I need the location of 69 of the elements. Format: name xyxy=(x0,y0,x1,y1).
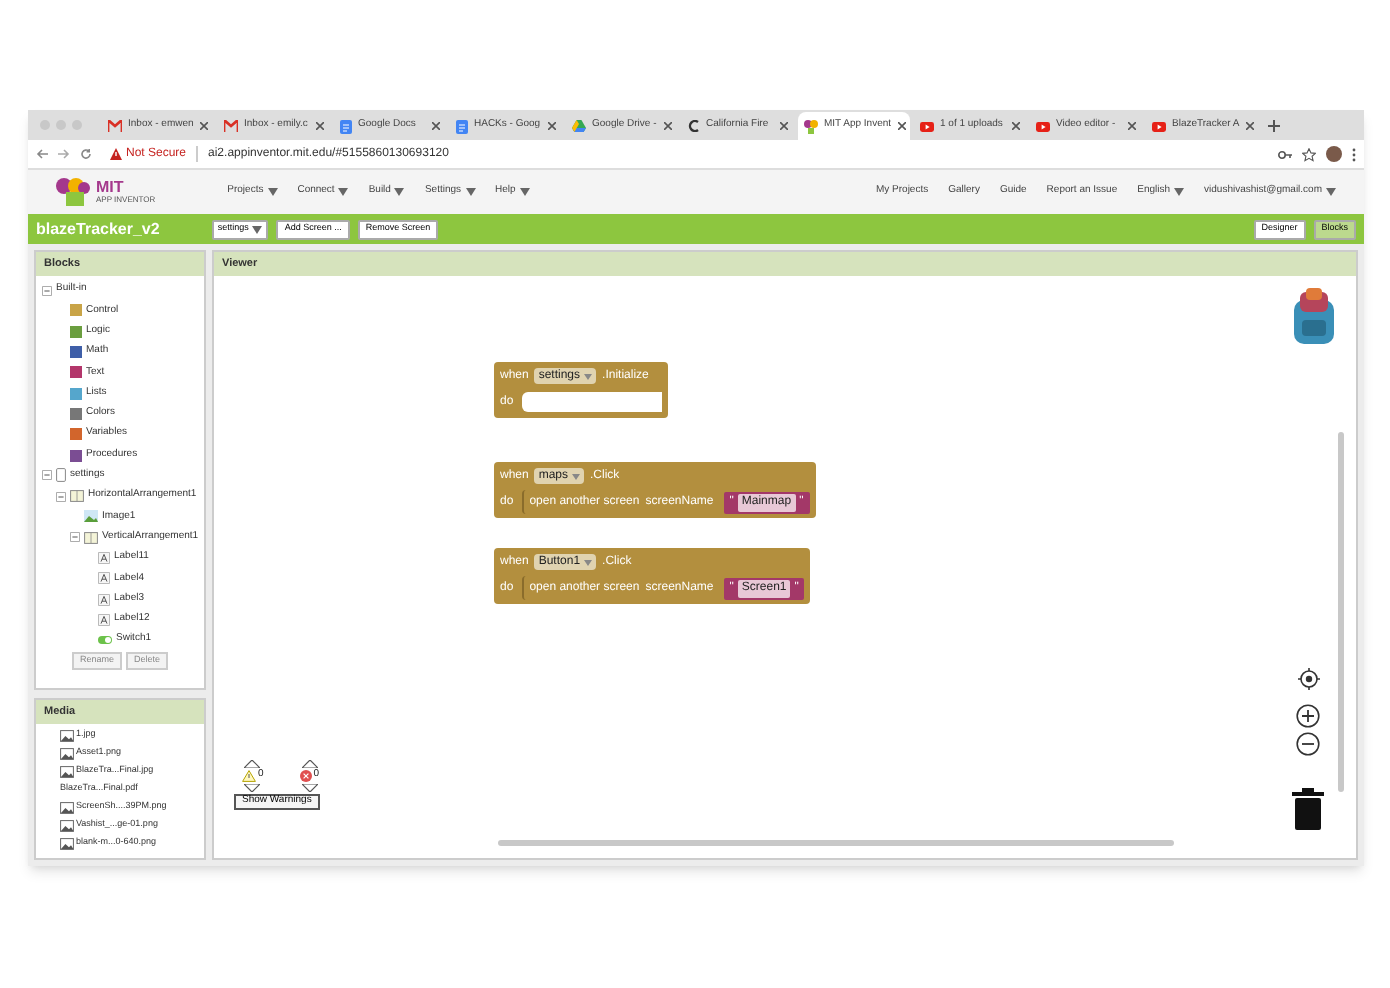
label-icon xyxy=(98,552,110,564)
next-arrow-icon xyxy=(301,783,318,791)
previous-arrow-icon xyxy=(244,760,261,768)
project-title: blazeTracker_v2 xyxy=(36,217,160,241)
tab-favicon-icon xyxy=(456,119,468,133)
image-file-icon xyxy=(60,801,74,813)
star-icon xyxy=(1302,147,1316,161)
close-icon xyxy=(548,122,556,130)
avatar-icon[interactable] xyxy=(1326,146,1342,162)
close-icon xyxy=(1012,122,1020,130)
image-file-icon xyxy=(60,729,74,741)
caret-icon xyxy=(394,188,405,196)
recenter-icon xyxy=(1297,668,1319,690)
image-icon xyxy=(84,510,98,523)
tab-favicon-icon xyxy=(804,119,818,133)
close-icon xyxy=(664,122,672,130)
caret-icon xyxy=(267,188,278,196)
tab-favicon-icon xyxy=(572,120,586,132)
label-icon xyxy=(98,593,110,606)
tab-favicon-icon xyxy=(688,120,700,132)
switch-icon xyxy=(98,636,112,645)
image-file-icon xyxy=(60,837,74,849)
close-icon xyxy=(200,122,208,130)
caret-icon xyxy=(338,188,349,196)
forward-icon xyxy=(58,148,70,160)
tab-favicon-icon xyxy=(1152,121,1166,131)
warning-icon xyxy=(110,148,122,160)
trash-icon xyxy=(1292,788,1324,830)
back-icon xyxy=(36,148,48,160)
tab-favicon-icon xyxy=(340,119,352,133)
close-icon xyxy=(897,122,906,130)
close-icon xyxy=(1245,122,1254,130)
label-icon xyxy=(98,572,110,585)
caret-icon xyxy=(572,473,581,479)
close-icon xyxy=(780,122,788,130)
tab-favicon-icon xyxy=(108,120,122,132)
tab-favicon-icon xyxy=(1036,121,1050,131)
caret-icon xyxy=(584,373,593,379)
close-icon xyxy=(432,122,440,130)
tab-favicon-icon xyxy=(224,120,238,132)
backpack-icon xyxy=(1288,288,1340,348)
key-icon xyxy=(1278,149,1292,159)
error-icon xyxy=(299,769,312,782)
logo-icon xyxy=(56,178,92,206)
caret-icon xyxy=(252,225,263,233)
new-tab-icon xyxy=(1268,119,1280,131)
empty-slot xyxy=(521,392,662,412)
close-icon xyxy=(316,122,324,130)
vertical-scrollbar[interactable] xyxy=(1338,432,1344,792)
warning-icon xyxy=(242,769,256,782)
caret-icon xyxy=(584,559,593,565)
tab-favicon-icon xyxy=(920,121,934,131)
arrangement-icon xyxy=(70,490,84,503)
label-icon xyxy=(98,613,110,626)
reload-icon xyxy=(80,148,92,160)
close-icon xyxy=(1128,122,1136,130)
arrangement-icon xyxy=(84,531,98,544)
image-file-icon xyxy=(60,747,74,759)
image-file-icon xyxy=(60,765,74,777)
image-file-icon xyxy=(60,819,74,831)
horizontal-scrollbar[interactable] xyxy=(498,840,1174,846)
next-arrow-icon xyxy=(244,783,261,791)
previous-arrow-icon xyxy=(301,760,318,768)
zoom-in-icon xyxy=(1296,704,1320,728)
caret-icon xyxy=(519,188,530,196)
zoom-out-icon xyxy=(1296,732,1320,756)
logo-title: MIT xyxy=(96,180,126,196)
screen-icon xyxy=(56,468,66,483)
caret-icon xyxy=(465,188,476,196)
